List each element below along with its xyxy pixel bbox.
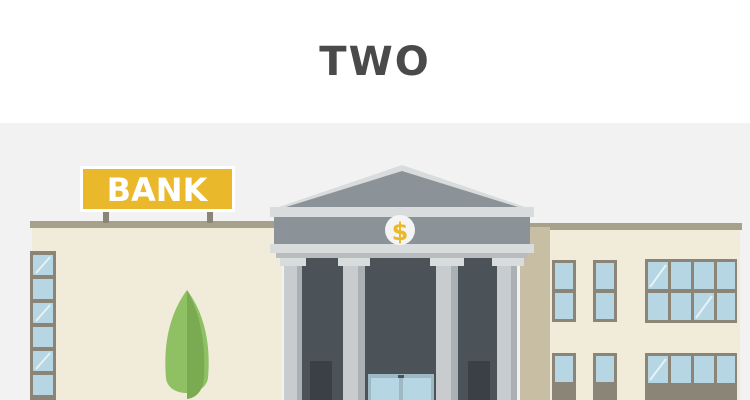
header: TWO xyxy=(0,0,750,123)
bank-sign: BANK xyxy=(80,166,235,223)
bank-illustration: BANK $ xyxy=(0,123,750,400)
bank-building-graphic: BANK $ xyxy=(30,165,742,400)
bank-temple: $ xyxy=(270,165,534,400)
left-window xyxy=(30,251,56,400)
dollar-symbol: $ xyxy=(392,218,409,246)
right-wing xyxy=(520,223,742,400)
bank-sign-text: BANK xyxy=(107,171,209,209)
page-title: TWO xyxy=(319,39,431,85)
entrance-door xyxy=(368,374,434,400)
left-wing xyxy=(30,221,290,400)
